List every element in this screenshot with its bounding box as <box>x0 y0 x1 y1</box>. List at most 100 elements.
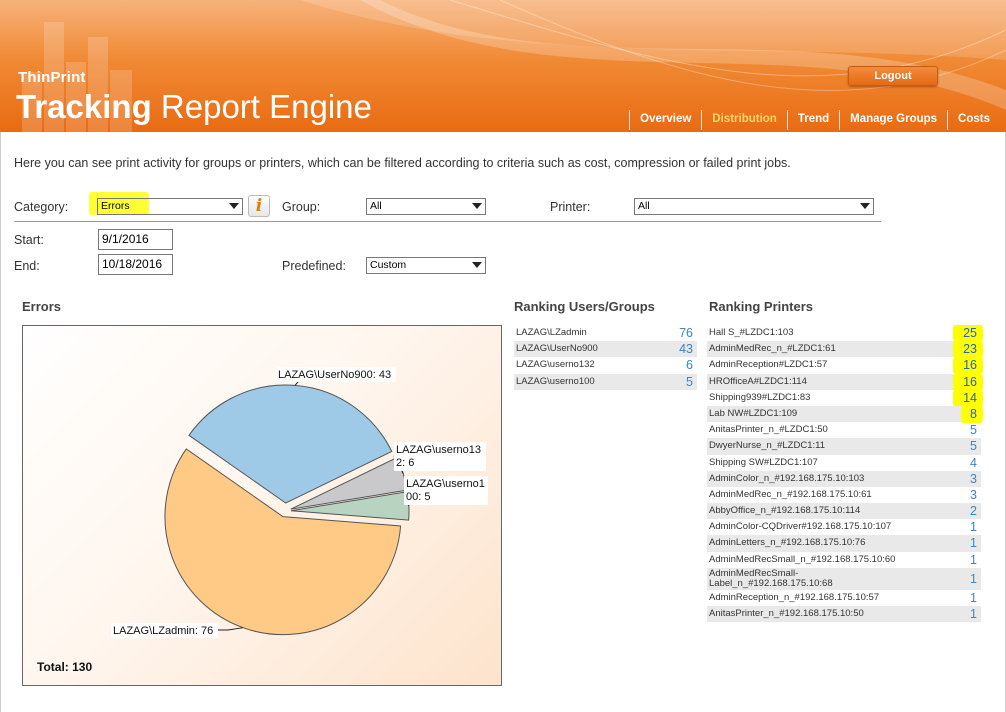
ranking-row[interactable]: AbbyOffice_n_#192.168.175.10:114 2 <box>707 503 981 520</box>
ranking-row-value[interactable]: 8 <box>961 405 983 423</box>
ranking-row[interactable]: Lab NW#LZDC1:109 8 <box>707 405 983 423</box>
info-button[interactable]: i <box>248 195 270 217</box>
ranking-row-value[interactable]: 23 <box>953 341 983 359</box>
ranking-row[interactable]: Shipping SW#LZDC1:107 4 <box>707 455 981 471</box>
ranking-row-value[interactable]: 1 <box>970 552 977 568</box>
ranking-row[interactable]: LAZAG\userno132 6 <box>514 357 697 373</box>
ranking-row[interactable]: AnitasPrinter_n_#192.168.175.10:50 1 <box>707 606 981 623</box>
pie-data-label: 00: 5 <box>406 491 430 503</box>
ranking-row-value-text: 6 <box>686 358 693 373</box>
ranking-row-value[interactable]: 1 <box>970 590 977 606</box>
ranking-row-value[interactable]: 43 <box>679 341 693 357</box>
ranking-row[interactable]: AdminColor_n_#192.168.175.10:103 3 <box>707 470 981 487</box>
app-title-bold: Tracking <box>16 88 152 125</box>
ranking-row-name: AdminMedRec_n_#192.168.175.10:61 <box>709 488 872 500</box>
ranking-row[interactable]: AdminReception_n_#192.168.175.10:57 1 <box>707 590 981 606</box>
ranking-row-value[interactable]: 16 <box>953 357 983 375</box>
ranking-row[interactable]: Shipping939#LZDC1:83 14 <box>707 389 983 407</box>
category-label: Category: <box>14 200 69 214</box>
ranking-row-name: Hall S_#LZDC1:103 <box>709 327 794 338</box>
ranking-row[interactable]: AdminMedRec_n_#LZDC1:61 23 <box>707 341 983 359</box>
ranking-row[interactable]: AdminMedRec_n_#192.168.175.10:61 3 <box>707 487 981 503</box>
group-select[interactable]: All <box>366 198 486 215</box>
app-title-light: Report Engine <box>160 88 372 125</box>
ranking-row-value[interactable]: 3 <box>970 471 977 487</box>
pie-data-label: LAZAG\userno13 <box>396 444 481 456</box>
ranking-row-name: AdminMedRecSmall_n_#192.168.175.10:60 <box>709 553 896 565</box>
ranking-row-value-text: 16 <box>963 374 977 389</box>
ranking-row-value-text: 1 <box>970 607 977 621</box>
ranking-row-name: AdminMedRecSmall-Label_n_#192.168.175.10… <box>709 567 833 589</box>
nav-trend[interactable]: Trend <box>786 110 839 130</box>
pie-data-label: LAZAG\LZadmin: 76 <box>113 625 213 637</box>
ranking-row-value[interactable]: 5 <box>970 422 977 438</box>
ranking-row-value[interactable]: 5 <box>686 374 693 390</box>
logout-button[interactable]: Logout <box>848 66 938 86</box>
ranking-row-value[interactable]: 5 <box>970 438 977 454</box>
ranking-row-value[interactable]: 1 <box>970 519 977 535</box>
ranking-row-name: AnitasPrinter_n_#LZDC1:50 <box>709 424 828 436</box>
category-select[interactable]: Errors <box>97 198 243 215</box>
ranking-row-name: LAZAG\UserNo900 <box>516 343 598 355</box>
chevron-down-icon <box>472 262 482 268</box>
ranking-row-value-text: 1 <box>970 536 977 551</box>
ranking-row-value[interactable]: 6 <box>686 357 693 373</box>
ranking-row-value-text: 1 <box>970 520 977 535</box>
ranking-row-name: AdminLetters_n_#192.168.175.10:76 <box>709 537 866 549</box>
ranking-row[interactable]: LAZAG\userno100 5 <box>514 373 697 390</box>
ranking-row-value-text: 1 <box>970 552 977 567</box>
ranking-row-name: AdminReception_n_#192.168.175.10:57 <box>709 591 880 603</box>
chevron-down-icon <box>860 203 870 209</box>
pie-leader-line <box>218 627 244 631</box>
ranking-row-value-text: 3 <box>970 487 977 502</box>
ranking-row-value[interactable]: 1 <box>970 568 977 590</box>
ranking-row-name: Lab NW#LZDC1:109 <box>709 407 798 419</box>
ranking-row[interactable]: AdminReception#LZDC1:57 16 <box>707 357 983 375</box>
ranking-row-value[interactable]: 1 <box>970 606 977 622</box>
nav-overview[interactable]: Overview <box>629 110 701 130</box>
ranking-printers-list: Hall S_#LZDC1:103 25 AdminMedRec_n_#LZDC1:… <box>707 325 983 623</box>
app-header: ThinPrint Tracking Report Engine Logout … <box>0 0 1006 132</box>
ranking-row[interactable]: AnitasPrinter_n_#LZDC1:50 5 <box>707 422 981 438</box>
ranking-row-value[interactable]: 76 <box>679 325 693 341</box>
ranking-row-name: Shipping SW#LZDC1:107 <box>709 456 818 468</box>
ranking-row-value[interactable]: 14 <box>953 389 983 407</box>
printer-select-value: All <box>638 200 650 212</box>
predefined-select[interactable]: Custom <box>366 257 486 274</box>
ranking-row-value-text: 76 <box>679 326 693 340</box>
ranking-row[interactable]: AdminMedRecSmall-Label_n_#192.168.175.10… <box>707 567 981 590</box>
ranking-row-name: AnitasPrinter_n_#192.168.175.10:50 <box>709 608 864 619</box>
ranking-row-value-text: 5 <box>970 423 977 438</box>
ranking-row-name: DwyerNurse_n_#LZDC1:11 <box>709 440 825 452</box>
nav-costs[interactable]: Costs <box>947 110 1000 130</box>
main-nav: Overview Distribution Trend Manage Group… <box>629 110 1000 130</box>
info-icon: i <box>255 196 263 216</box>
ranking-row-value[interactable]: 25 <box>953 325 983 342</box>
ranking-row-value[interactable]: 4 <box>970 455 977 471</box>
ranking-row[interactable]: DwyerNurse_n_#LZDC1:11 5 <box>707 438 981 455</box>
ranking-row-name: AdminColor_n_#192.168.175.10:103 <box>709 472 865 484</box>
ranking-printers-title: Ranking Printers <box>709 299 814 314</box>
errors-chart: LAZAG\UserNo900: 43 LAZAG\userno13 2: 6 LAZ… <box>22 325 502 686</box>
ranking-row[interactable]: AdminColor-CQDriver#192.168.175.10:107 1 <box>707 519 981 535</box>
ranking-row[interactable]: LAZAG\LZadmin 76 <box>514 325 697 341</box>
ranking-row[interactable]: Hall S_#LZDC1:103 25 <box>707 325 983 342</box>
ranking-row[interactable]: HROfficeA#LZDC1:114 16 <box>707 373 983 391</box>
ranking-row-value[interactable]: 16 <box>953 373 983 391</box>
ranking-row-value[interactable]: 1 <box>970 535 977 551</box>
pie-data-label: 2: 6 <box>396 457 414 469</box>
ranking-row-name: AdminReception#LZDC1:57 <box>709 359 828 371</box>
printer-select[interactable]: All <box>634 198 874 215</box>
ranking-row-value-text: 3 <box>970 471 977 486</box>
nav-distribution[interactable]: Distribution <box>701 110 787 130</box>
ranking-row-value-text: 2 <box>970 504 977 519</box>
ranking-row[interactable]: LAZAG\UserNo900 43 <box>514 341 697 358</box>
ranking-users-title: Ranking Users/Groups <box>514 299 655 314</box>
end-date-input[interactable]: 10/18/2016 <box>98 254 173 275</box>
ranking-row-value[interactable]: 2 <box>970 503 977 519</box>
ranking-row[interactable]: AdminLetters_n_#192.168.175.10:76 1 <box>707 535 981 552</box>
ranking-row-value[interactable]: 3 <box>970 487 977 503</box>
ranking-row[interactable]: AdminMedRecSmall_n_#192.168.175.10:60 1 <box>707 552 981 568</box>
start-date-input[interactable]: 9/1/2016 <box>98 229 173 250</box>
nav-manage-groups[interactable]: Manage Groups <box>839 110 947 130</box>
